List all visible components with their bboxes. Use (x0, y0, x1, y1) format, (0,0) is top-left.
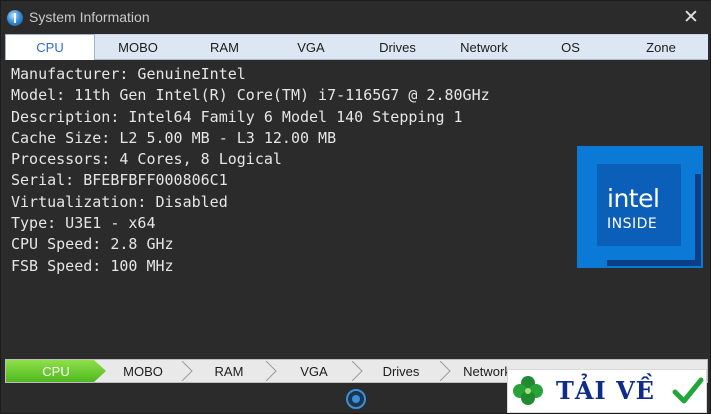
crumb-cpu[interactable]: CPU (6, 360, 106, 382)
close-button[interactable]: ✕ (682, 7, 700, 27)
manufacturer-line: Manufacturer: GenuineIntel (11, 65, 246, 83)
tab-vga[interactable]: VGA (268, 35, 354, 60)
serial-line: Serial: BFEBFBFF000806C1 (11, 171, 228, 190)
watermark-text: TẢI VỀ (556, 376, 655, 405)
tab-network[interactable]: Network (441, 35, 527, 60)
cpu-info-list: Manufacturer: GenuineIntel Model: 11th G… (11, 64, 490, 277)
virtualization-line: Virtualization: Disabled (11, 192, 228, 211)
system-information-window: System Information ✕ CPU MOBO RAM VGA Dr… (0, 0, 711, 414)
crumb-vga[interactable]: VGA (278, 360, 350, 382)
processors-line: Processors: 4 Cores, 8 Logical (11, 150, 282, 169)
chevron-right-icon (180, 361, 194, 381)
chevron-right-icon (438, 361, 452, 381)
crumb-ram[interactable]: RAM (194, 360, 264, 382)
crumb-drives[interactable]: Drives (364, 360, 438, 382)
tab-drives[interactable]: Drives (354, 35, 441, 60)
window-title: System Information (29, 9, 150, 25)
tab-zone[interactable]: Zone (614, 35, 708, 60)
tab-ram[interactable]: RAM (181, 35, 268, 60)
title-bar: System Information ✕ (1, 1, 711, 34)
tab-os[interactable]: OS (527, 35, 614, 60)
info-icon (7, 10, 23, 26)
intel-inside-logo: intel INSIDE (577, 146, 703, 268)
crumb-mobo[interactable]: MOBO (106, 360, 180, 382)
tab-cpu[interactable]: CPU (5, 34, 95, 60)
intel-logo-word: intel (607, 184, 660, 213)
clover-icon (513, 376, 543, 405)
status-indicator-icon[interactable] (346, 389, 366, 409)
fsb-speed-line: FSB Speed: 100 MHz (11, 256, 174, 275)
checkmark-icon (672, 377, 704, 404)
chevron-right-icon (264, 361, 278, 381)
cpu-speed-line: CPU Speed: 2.8 GHz (11, 235, 174, 254)
cache-size-line: Cache Size: L2 5.00 MB - L3 12.00 MB (11, 128, 337, 147)
intel-logo-inside: INSIDE (607, 216, 658, 232)
type-line: Type: U3E1 - x64 (11, 214, 156, 233)
cpu-panel: Manufacturer: GenuineIntel Model: 11th G… (5, 61, 708, 353)
tab-mobo[interactable]: MOBO (95, 35, 181, 60)
model-line: Model: 11th Gen Intel(R) Core(TM) i7-116… (11, 86, 490, 105)
description-line: Description: Intel64 Family 6 Model 140 … (11, 107, 463, 126)
taive-watermark: TẢI VỀ (507, 369, 707, 413)
tab-bar: CPU MOBO RAM VGA Drives Network OS Zone (5, 34, 708, 60)
intel-logo-inner: intel INSIDE (597, 164, 701, 266)
chevron-right-icon (350, 361, 364, 381)
